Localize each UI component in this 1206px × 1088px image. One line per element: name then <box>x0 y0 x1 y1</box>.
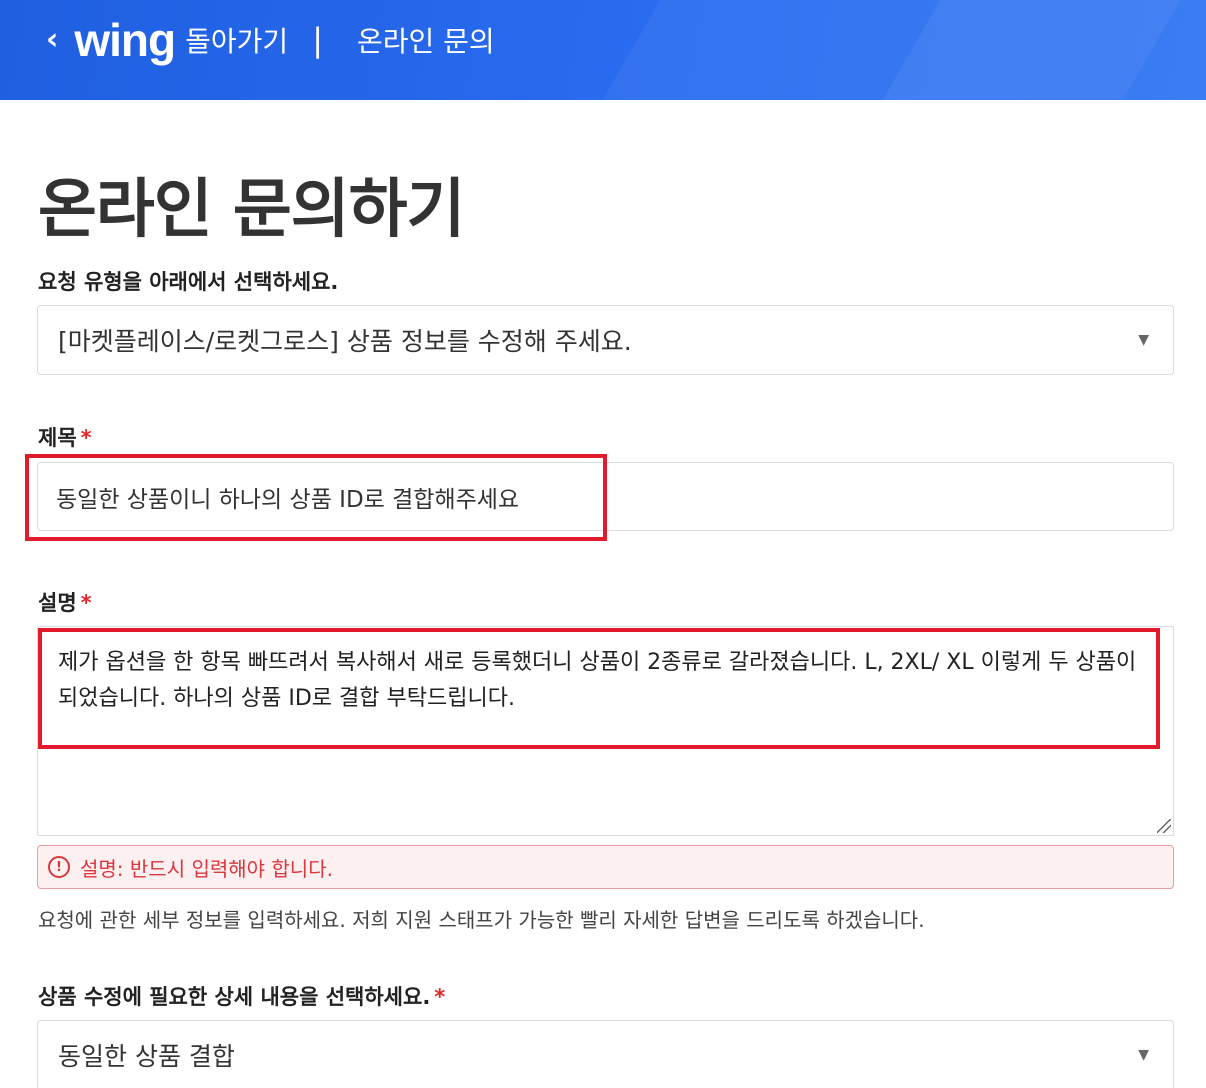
detail-label: 상품 수정에 필요한 상세 내용을 선택하세요. * <box>38 981 445 1011</box>
subject-label: 제목 * <box>38 422 92 452</box>
chevron-left-icon[interactable]: ‹ <box>46 25 58 55</box>
back-link[interactable]: 돌아가기 <box>185 20 288 60</box>
request-type-select[interactable]: [마켓플레이스/로켓그로스] 상품 정보를 수정해 주세요. ▼ <box>37 305 1174 375</box>
detail-select[interactable]: 동일한 상품 결합 ▼ <box>37 1020 1174 1088</box>
description-label: 설명 * <box>38 587 92 617</box>
dropdown-arrow-icon: ▼ <box>1138 1047 1149 1063</box>
subject-input[interactable]: 동일한 상품이니 하나의 상품 ID로 결합해주세요 <box>37 462 1174 531</box>
top-header: ‹ wing 돌아가기 | 온라인 문의 <box>0 0 1206 100</box>
request-type-label-text: 요청 유형을 아래에서 선택하세요. <box>38 270 339 294</box>
header-divider: | <box>312 21 323 59</box>
detail-label-text: 상품 수정에 필요한 상세 내용을 선택하세요. <box>38 985 431 1009</box>
dropdown-arrow-icon: ▼ <box>1138 332 1149 348</box>
subject-label-text: 제목 <box>38 426 77 450</box>
request-type-label: 요청 유형을 아래에서 선택하세요. <box>38 266 338 296</box>
header-nav: ‹ wing 돌아가기 | 온라인 문의 <box>46 0 495 80</box>
description-label-text: 설명 <box>38 591 77 615</box>
request-type-value: [마켓플레이스/로켓그로스] 상품 정보를 수정해 주세요. <box>58 327 632 356</box>
resize-handle-icon[interactable] <box>1157 819 1171 833</box>
error-text: 설명: 반드시 입력해야 합니다. <box>80 856 333 881</box>
required-marker: * <box>434 985 446 1009</box>
detail-value: 동일한 상품 결합 <box>58 1042 235 1071</box>
wing-logo[interactable]: wing <box>74 17 176 63</box>
description-textarea[interactable]: 제가 옵션을 한 항목 빠뜨려서 복사해서 새로 등록했더니 상품이 2종류로 … <box>37 626 1174 836</box>
description-help-text: 요청에 관한 세부 정보를 입력하세요. 저희 지원 스태프가 가능한 빨리 자… <box>38 908 925 932</box>
description-value: 제가 옵션을 한 항목 빠뜨려서 복사해서 새로 등록했더니 상품이 2종류로 … <box>58 650 1137 711</box>
required-marker: * <box>80 426 92 450</box>
page-title: 온라인 문의하기 <box>38 173 465 247</box>
description-error-message: ! 설명: 반드시 입력해야 합니다. <box>37 845 1174 889</box>
breadcrumb: 온라인 문의 <box>356 25 495 58</box>
subject-value: 동일한 상품이니 하나의 상품 ID로 결합해주세요 <box>56 486 520 513</box>
required-marker: * <box>80 591 92 615</box>
error-icon: ! <box>48 856 70 878</box>
